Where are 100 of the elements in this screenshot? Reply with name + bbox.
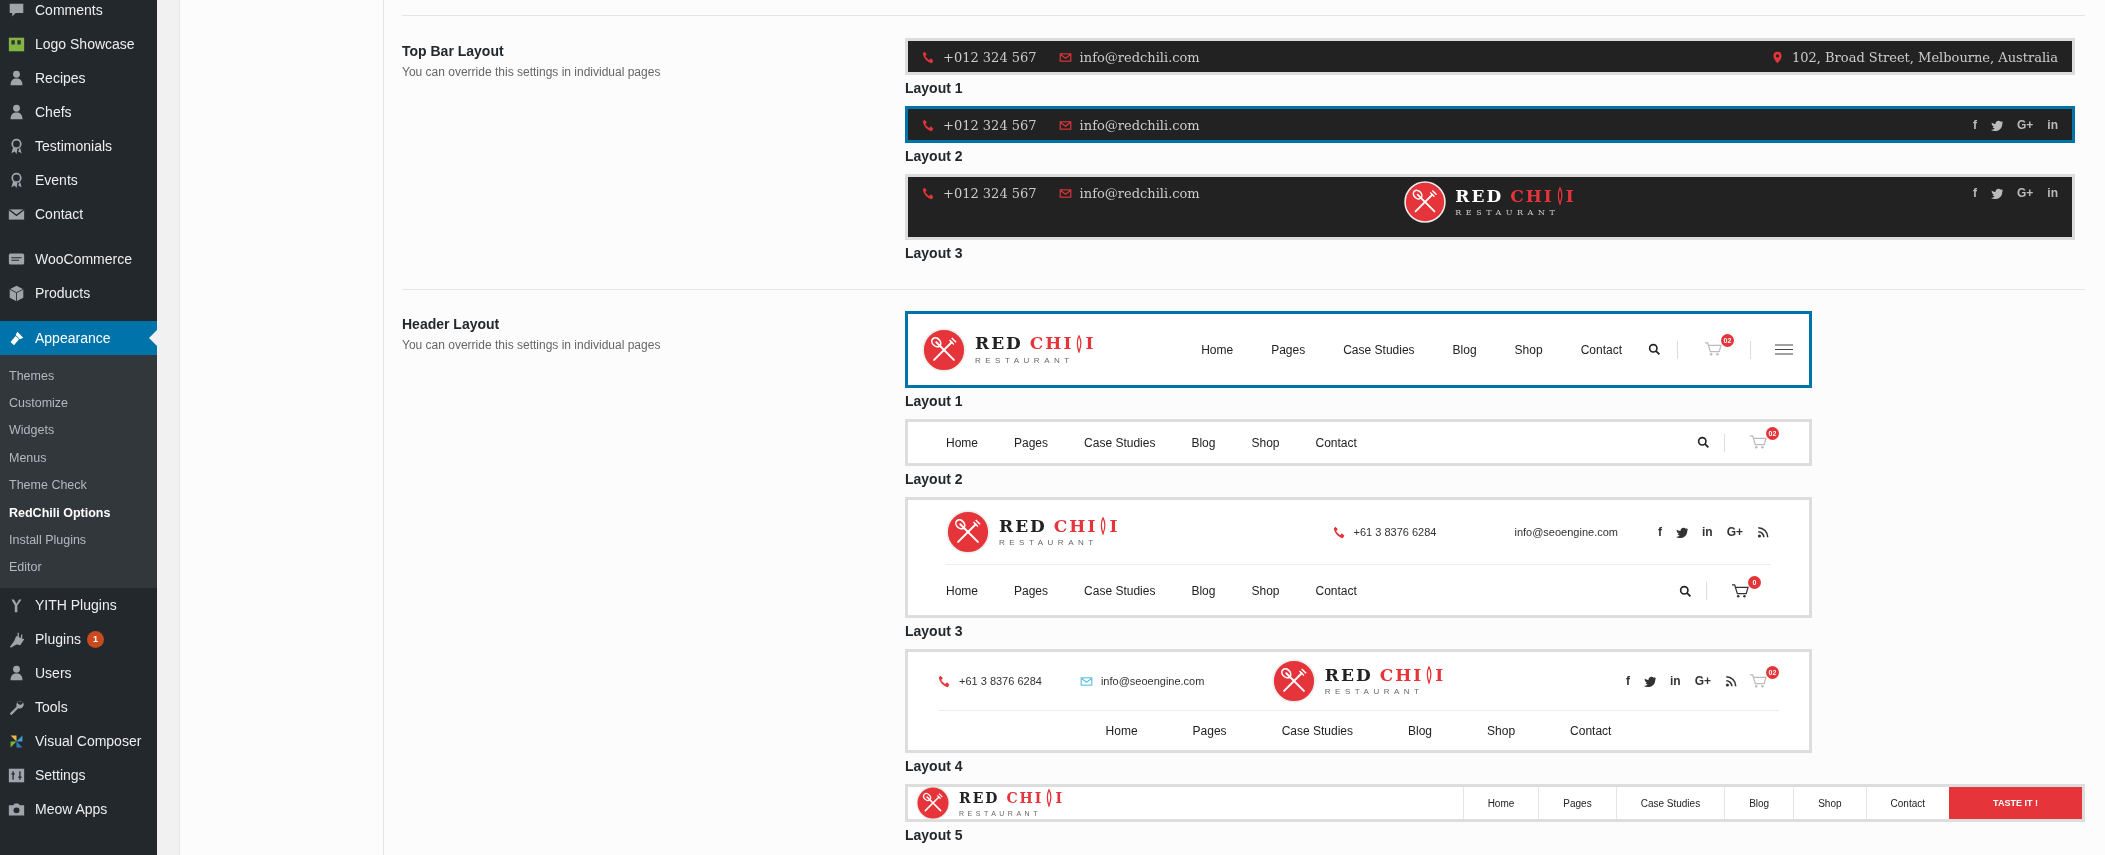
nav-link[interactable]: Shop <box>1793 787 1866 819</box>
sidebar-item[interactable]: Tools <box>0 690 157 725</box>
social-link[interactable]: G+ <box>1726 525 1743 539</box>
cart-icon[interactable] <box>1731 582 1749 599</box>
nav-link[interactable]: Pages <box>1538 787 1616 819</box>
phone-number: +61 3 8376 6284 <box>959 675 1042 687</box>
nav-link[interactable]: Pages <box>1014 435 1049 450</box>
social-link[interactable]: in <box>2047 118 2058 132</box>
nav-link[interactable]: Case Studies <box>1615 787 1725 819</box>
nav-link[interactable]: Case Studies <box>1343 342 1415 357</box>
search-icon[interactable] <box>1697 436 1710 449</box>
nav-link[interactable]: Home <box>1201 342 1234 357</box>
nav-link[interactable]: Home <box>1105 724 1138 738</box>
menu-icon[interactable] <box>1775 344 1793 355</box>
submenu-item[interactable]: Customize <box>0 389 157 417</box>
social-link[interactable]: G+ <box>2017 118 2034 132</box>
restaurant-logo: RED CHI I RESTAURANT <box>1404 181 1576 223</box>
sidebar-item[interactable]: Meow Apps <box>0 792 157 827</box>
submenu-item[interactable]: Themes <box>0 362 157 390</box>
social-link[interactable]: in <box>1670 674 1681 688</box>
sidebar-item[interactable]: Products <box>0 276 157 310</box>
social-link[interactable]: f <box>1973 118 1977 132</box>
social-link[interactable]: in <box>2047 186 2058 200</box>
submenu-item[interactable]: RedChili Options <box>0 498 157 527</box>
setting-title: Top Bar Layout <box>402 43 505 59</box>
map-pin-icon <box>1771 50 1784 64</box>
sidebar-item[interactable]: Testimonials <box>0 129 157 163</box>
phone-number: +012 324 567 <box>943 117 1037 133</box>
rss-icon[interactable] <box>1757 526 1769 538</box>
sidebar-item[interactable]: Recipes <box>0 61 157 95</box>
sidebar-item[interactable]: Visual Composer <box>0 724 157 759</box>
bird-icon[interactable] <box>1644 675 1656 687</box>
layout-option[interactable]: +012 324 567 info@redchili.com 102, Broad Street, Melbourne, Australia <box>905 38 2075 75</box>
search-icon[interactable] <box>1679 584 1692 598</box>
search-icon[interactable] <box>1648 343 1661 356</box>
sidebar-item[interactable]: Appearance <box>0 321 157 355</box>
sidebar-item[interactable]: WooCommerce <box>0 242 157 276</box>
email-address: info@redchili.com <box>1079 185 1200 201</box>
nav-link[interactable]: Shop <box>1251 584 1280 598</box>
nav-link[interactable]: Pages <box>1192 724 1227 738</box>
phone-number: +61 3 8376 6284 <box>1353 526 1437 538</box>
social-link[interactable]: f <box>1973 186 1977 200</box>
nav-link[interactable]: Shop <box>1487 724 1516 738</box>
layout-option[interactable]: +012 324 567 info@redchili.com f G+ in <box>905 106 2075 143</box>
sidebar-item[interactable]: YITH Plugins <box>0 588 157 623</box>
nav-link[interactable]: Home <box>1462 787 1539 819</box>
sliders-icon <box>8 766 25 784</box>
nav-link[interactable]: Home <box>946 435 978 450</box>
restaurant-logo: RED CHI I RESTAURANT <box>946 510 1120 554</box>
nav-link[interactable]: Blog <box>1452 342 1477 357</box>
nav-link[interactable]: Pages <box>1271 342 1306 357</box>
update-count-badge: 1 <box>86 630 104 648</box>
sidebar-item[interactable]: Settings <box>0 758 157 793</box>
nav-link[interactable]: Case Studies <box>1084 584 1156 598</box>
submenu-item[interactable]: Widgets <box>0 416 157 445</box>
nav-link[interactable]: Pages <box>1014 584 1049 598</box>
nav-link[interactable]: Contact <box>1315 584 1357 598</box>
setting-title: Header Layout <box>402 316 501 332</box>
layout-caption: Layout 3 <box>905 244 964 263</box>
submenu-item[interactable]: Editor <box>0 553 157 582</box>
submenu-item[interactable]: Install Plugins <box>0 526 157 554</box>
nav-link[interactable]: Case Studies <box>1084 435 1156 450</box>
bird-icon[interactable] <box>1676 526 1688 538</box>
ribbon-icon <box>8 137 25 155</box>
social-link[interactable]: G+ <box>2017 186 2034 200</box>
envelope-icon <box>1058 118 1072 132</box>
nav-link[interactable]: Contact <box>1570 724 1612 738</box>
nav-link[interactable]: Blog <box>1408 724 1433 738</box>
sidebar-item[interactable]: Events <box>0 163 157 197</box>
nav-link[interactable]: Blog <box>1191 435 1216 450</box>
submenu-item[interactable]: Theme Check <box>0 471 157 499</box>
phone-number: +012 324 567 <box>943 185 1037 201</box>
submenu-item[interactable]: Menus <box>0 444 157 472</box>
layout-caption: Layout 2 <box>905 147 964 166</box>
phone-icon <box>922 50 935 64</box>
nav-link[interactable]: Shop <box>1514 342 1543 357</box>
sidebar-item[interactable]: Contact <box>0 197 157 231</box>
sidebar-item[interactable]: Comments <box>0 0 157 27</box>
sidebar-item[interactable]: Chefs <box>0 95 157 129</box>
sidebar-item[interactable]: Logo Showcase <box>0 27 157 61</box>
bird-icon[interactable] <box>1991 119 2003 131</box>
sidebar-item[interactable]: Plugins 1 <box>0 622 157 657</box>
rss-icon[interactable] <box>1725 675 1737 687</box>
layout-caption: Layout 4 <box>905 757 964 776</box>
nav-link[interactable]: Contact <box>1580 342 1622 357</box>
social-link[interactable]: G+ <box>1694 674 1711 688</box>
nav-link[interactable]: Blog <box>1191 584 1216 598</box>
sidebar-item[interactable]: Users <box>0 656 157 691</box>
cta-button[interactable]: TASTE IT ! <box>1949 787 2082 819</box>
social-link[interactable]: f <box>1626 674 1630 688</box>
bird-icon[interactable] <box>1991 187 2003 199</box>
social-link[interactable]: f <box>1658 525 1662 539</box>
social-link[interactable]: in <box>1702 525 1713 539</box>
nav-link[interactable]: Case Studies <box>1281 724 1353 738</box>
nav-link[interactable]: Blog <box>1724 787 1794 819</box>
envelope-icon <box>1079 674 1093 688</box>
layout-option[interactable]: +012 324 567 info@redchili.com RED CHI I RESTAURANT f G+ in <box>905 174 2075 240</box>
nav-link[interactable]: Home <box>946 584 978 598</box>
nav-link[interactable]: Shop <box>1251 435 1280 450</box>
nav-link[interactable]: Contact <box>1315 435 1357 450</box>
